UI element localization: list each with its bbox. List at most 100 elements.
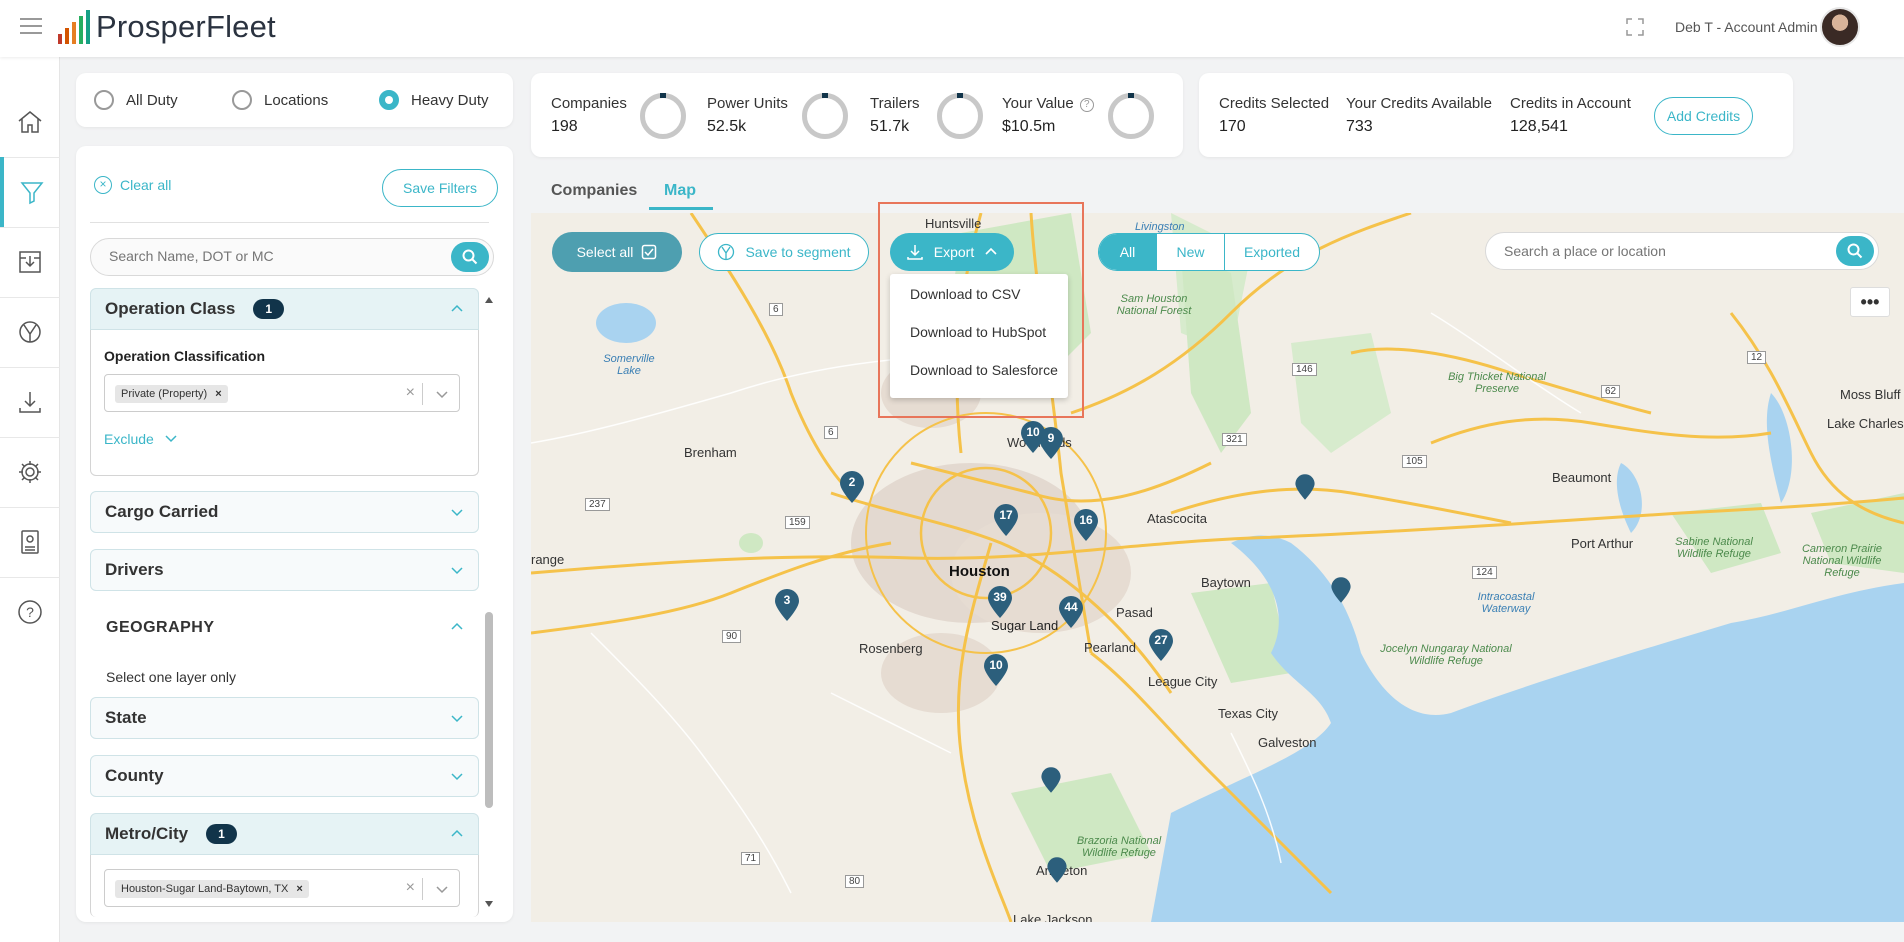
- place-label: Lake Charles: [1827, 416, 1904, 431]
- chevron-up-icon: [451, 829, 463, 837]
- stat-credits-selected: Credits Selected 170: [1219, 95, 1330, 135]
- radio-circle[interactable]: [232, 90, 252, 110]
- nav-settings[interactable]: [0, 437, 60, 507]
- nav-help[interactable]: ?: [0, 577, 60, 647]
- operation-classification-select[interactable]: Private (Property) × ×: [104, 374, 460, 412]
- map-cluster-pin[interactable]: 17: [992, 503, 1020, 537]
- scroll-down-icon[interactable]: [484, 900, 494, 908]
- company-search-input[interactable]: [109, 248, 429, 264]
- radio-locations[interactable]: Locations: [232, 90, 328, 110]
- map-cluster-pin[interactable]: 10: [982, 653, 1010, 687]
- highway-shield: 62: [1601, 385, 1621, 398]
- trailers-ring-chart: [937, 93, 983, 139]
- accordion-cargo-carried[interactable]: Cargo Carried: [90, 491, 479, 533]
- radio-circle-selected[interactable]: [379, 90, 399, 110]
- chevron-down-icon: [451, 567, 463, 575]
- map-more-button[interactable]: •••: [1850, 287, 1890, 317]
- map-cluster-pin[interactable]: 3: [773, 588, 801, 622]
- fullscreen-icon[interactable]: [1625, 17, 1645, 37]
- scroll-thumb[interactable]: [485, 612, 493, 808]
- save-to-segment-button[interactable]: Save to segment: [699, 233, 869, 271]
- filter-all-button[interactable]: All: [1099, 234, 1157, 270]
- metro-city-select[interactable]: Houston-Sugar Land-Baytown, TX × ×: [104, 869, 460, 907]
- exclude-toggle[interactable]: Exclude: [104, 431, 178, 447]
- place-label: Pasad: [1116, 605, 1153, 620]
- map-location-pin[interactable]: [1040, 766, 1062, 793]
- scroll-up-icon[interactable]: [484, 296, 494, 304]
- clear-all-button[interactable]: × Clear all: [94, 176, 171, 194]
- save-filters-button[interactable]: Save Filters: [382, 169, 498, 207]
- nav-downloads[interactable]: [0, 367, 60, 437]
- accordion-drivers[interactable]: Drivers: [90, 549, 479, 591]
- operation-classification-label: Operation Classification: [104, 348, 266, 364]
- remove-chip-icon[interactable]: ×: [296, 883, 302, 895]
- nav-home[interactable]: [0, 87, 60, 157]
- map-cluster-pin[interactable]: 27: [1147, 628, 1175, 662]
- map-location-pin[interactable]: [1294, 473, 1316, 500]
- map-view[interactable]: Select all Save to segment Export All Ne…: [531, 213, 1904, 922]
- highway-shield: 124: [1472, 566, 1497, 579]
- place-label: Atascocita: [1147, 511, 1207, 526]
- remove-chip-icon[interactable]: ×: [215, 388, 221, 400]
- svg-text:?: ?: [26, 604, 34, 620]
- help-icon: ?: [18, 600, 42, 624]
- accordion-county[interactable]: County: [90, 755, 479, 797]
- fleet-stats-card: Companies 198 Power Units 52.5k Trailers…: [531, 73, 1183, 157]
- chevron-down-icon[interactable]: [435, 882, 449, 896]
- select-all-button[interactable]: Select all: [552, 232, 682, 272]
- chevron-up-icon[interactable]: [450, 620, 464, 634]
- user-avatar[interactable]: [1820, 7, 1860, 47]
- nav-filters[interactable]: [0, 157, 60, 227]
- accordion-operation-class[interactable]: Operation Class 1: [90, 288, 479, 330]
- chevron-down-icon[interactable]: [435, 387, 449, 401]
- filter-new-button[interactable]: New: [1157, 234, 1225, 270]
- map-location-pin[interactable]: [1330, 576, 1352, 603]
- highway-shield: 90: [722, 630, 742, 643]
- nav-import[interactable]: [0, 227, 60, 297]
- geography-title[interactable]: GEOGRAPHY: [106, 619, 215, 637]
- menu-toggle-icon[interactable]: [20, 18, 42, 36]
- filter-panel: ×Clear all Save Filters Operation Class1…: [76, 146, 513, 922]
- tab-map[interactable]: Map: [664, 182, 696, 200]
- radio-heavy-duty[interactable]: Heavy Duty: [379, 90, 489, 110]
- clear-icon[interactable]: ×: [406, 879, 415, 897]
- left-nav-rail: ?: [0, 57, 60, 942]
- menu-item-download-hubspot[interactable]: Download to HubSpot: [890, 314, 1068, 350]
- radio-all-duty[interactable]: All Duty: [94, 90, 178, 110]
- map-cluster-pin[interactable]: 44: [1057, 595, 1085, 629]
- map-cluster-pin[interactable]: 9: [1037, 426, 1065, 460]
- place-search-input[interactable]: [1504, 243, 1804, 259]
- map-cluster-pin[interactable]: 2: [838, 470, 866, 504]
- tab-companies[interactable]: Companies: [551, 182, 637, 200]
- add-credits-button[interactable]: Add Credits: [1654, 97, 1753, 135]
- nav-account[interactable]: [0, 507, 60, 577]
- export-button[interactable]: Export: [890, 233, 1014, 271]
- map-cluster-pin[interactable]: 16: [1072, 508, 1100, 542]
- menu-item-download-csv[interactable]: Download to CSV: [890, 276, 1068, 312]
- place-label: Brenham: [684, 445, 737, 460]
- chevron-down-icon: [451, 509, 463, 517]
- filter-count-badge: 1: [253, 299, 285, 319]
- filter-scrollbar[interactable]: [482, 296, 494, 910]
- place-search: [1485, 232, 1879, 270]
- highway-shield: 71: [741, 852, 761, 865]
- user-name[interactable]: Deb T - Account Admin: [1675, 19, 1818, 35]
- home-icon: [18, 111, 42, 133]
- segment-icon: [718, 243, 735, 261]
- info-icon[interactable]: ?: [1079, 98, 1094, 112]
- accordion-state[interactable]: State: [90, 697, 479, 739]
- search-button[interactable]: [451, 242, 489, 272]
- gear-icon: [19, 461, 41, 483]
- map-cluster-pin[interactable]: 39: [986, 585, 1014, 619]
- nav-segments[interactable]: [0, 297, 60, 367]
- place-search-button[interactable]: [1836, 236, 1874, 266]
- duty-scope-card: All Duty Locations Heavy Duty: [76, 73, 513, 127]
- accordion-metro-city[interactable]: Metro/City 1: [90, 813, 479, 855]
- filter-icon: [20, 182, 44, 205]
- clear-icon[interactable]: ×: [406, 384, 415, 402]
- brand-logo[interactable]: ProsperFleet: [58, 10, 276, 44]
- menu-item-download-salesforce[interactable]: Download to Salesforce: [890, 352, 1068, 388]
- map-location-pin[interactable]: [1046, 856, 1068, 883]
- radio-circle[interactable]: [94, 90, 114, 110]
- filter-exported-button[interactable]: Exported: [1225, 234, 1319, 270]
